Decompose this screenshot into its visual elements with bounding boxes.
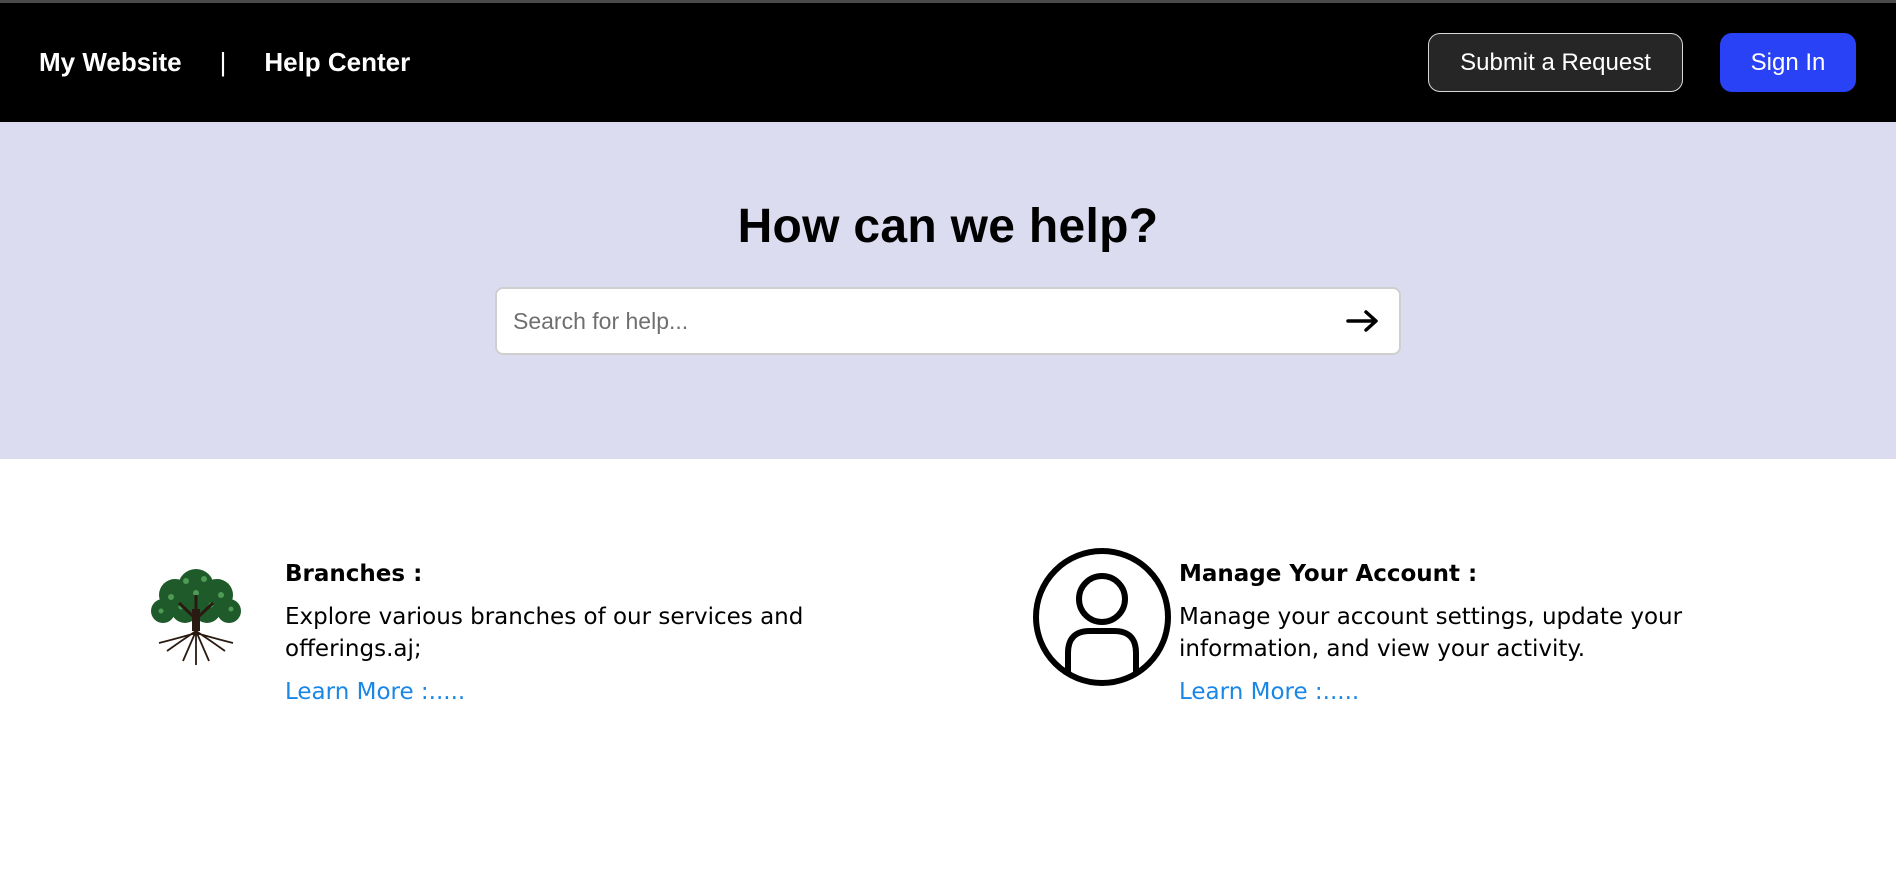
card-description: Manage your account settings, update you…	[1179, 604, 1683, 662]
arrow-right-icon[interactable]	[1345, 306, 1381, 336]
card-manage-account: Manage Your Account : Manage your accoun…	[1033, 548, 1699, 705]
card-title: Manage Your Account :	[1179, 561, 1478, 587]
hero-title: How can we help?	[737, 200, 1159, 253]
card-branches-body: Branches : Explore various branches of o…	[285, 559, 805, 705]
card-title: Branches :	[285, 561, 423, 587]
site-name[interactable]: My Website	[39, 47, 182, 78]
help-topics: Branches : Explore various branches of o…	[0, 459, 1896, 877]
brand-separator: |	[219, 47, 227, 77]
submit-request-button[interactable]: Submit a Request	[1428, 33, 1683, 92]
card-branches: Branches : Explore various branches of o…	[141, 559, 805, 705]
card-description: Explore various branches of our services…	[285, 604, 804, 662]
top-navbar: My Website | Help Center Submit a Reques…	[0, 3, 1896, 122]
user-circle-icon	[1033, 548, 1171, 686]
brand: My Website | Help Center	[39, 47, 410, 78]
search-bar	[495, 287, 1401, 355]
search-input[interactable]	[513, 307, 1345, 335]
card-account-body: Manage Your Account : Manage your accoun…	[1179, 559, 1699, 705]
section-name[interactable]: Help Center	[264, 47, 410, 78]
sign-in-button[interactable]: Sign In	[1720, 33, 1856, 92]
learn-more-link[interactable]: Learn More :.....	[1179, 679, 1359, 705]
learn-more-link[interactable]: Learn More :.....	[285, 679, 465, 705]
nav-actions: Submit a Request Sign In	[1428, 33, 1856, 92]
hero-section: How can we help?	[0, 122, 1896, 459]
tree-icon	[141, 559, 251, 669]
